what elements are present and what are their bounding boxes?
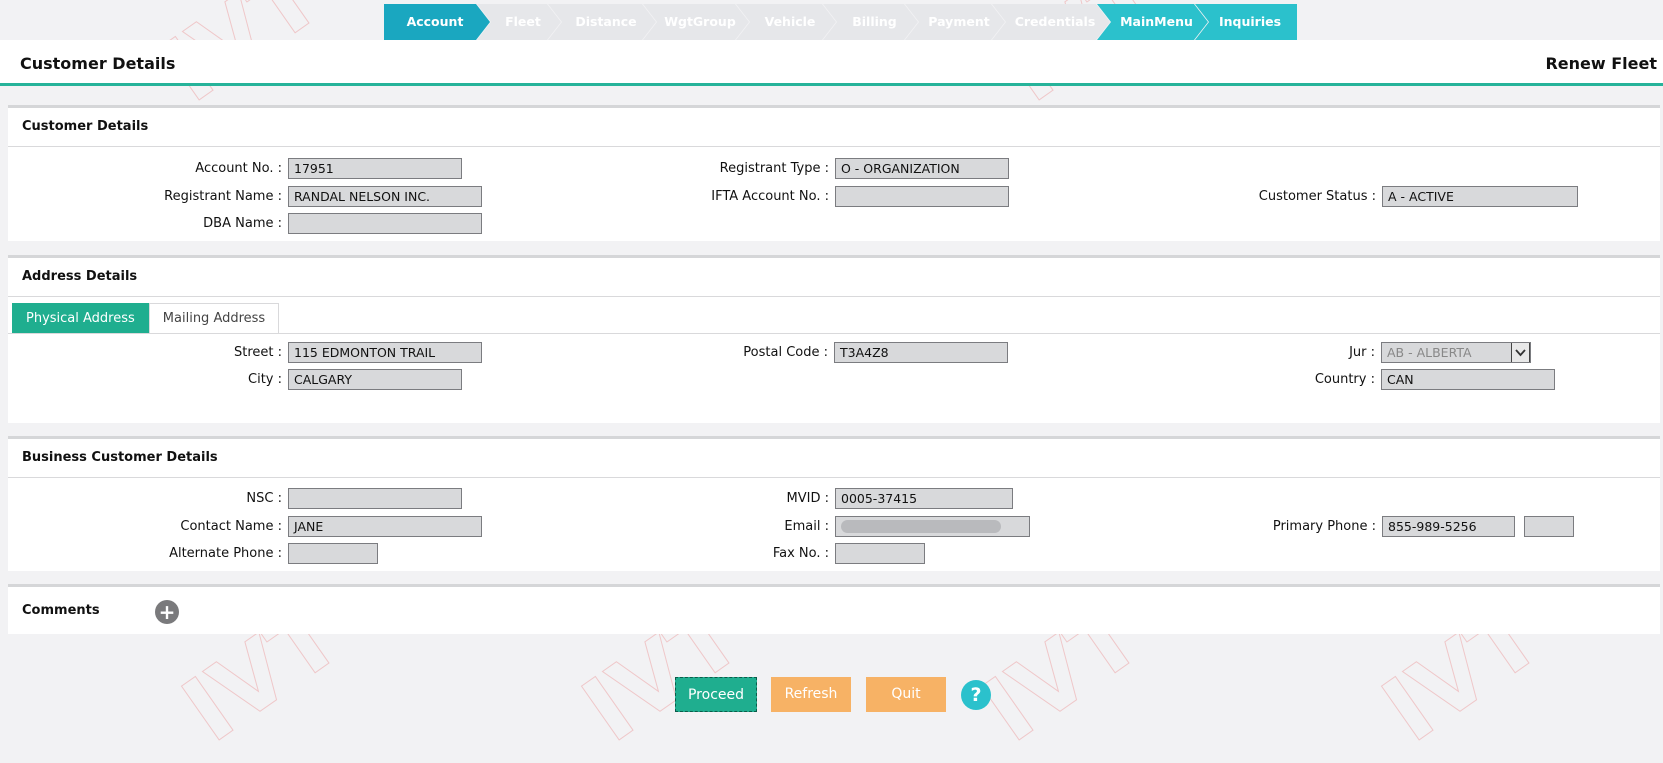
address-tabs: Physical Address Mailing Address [12,303,280,333]
country-field[interactable]: CAN [1381,369,1555,390]
customer-status-field[interactable]: A - ACTIVE [1382,186,1578,207]
section-heading: Address Details [8,258,1660,297]
customer-details-panel: Customer Details Account No. 17951 Regis… [8,105,1660,241]
step-billing[interactable]: Billing [823,4,918,40]
business-details-panel: Business Customer Details NSC Contact Na… [8,436,1660,571]
jur-select[interactable]: AB - ALBERTA [1381,342,1531,363]
registrant-type-label: Registrant Type [8,161,835,176]
page-header: Customer Details Renew Fleet [0,40,1663,86]
tab-physical-address[interactable]: Physical Address [12,303,149,333]
dba-name-field[interactable] [288,213,482,234]
comments-panel: Comments + [8,584,1660,634]
primary-phone-ext-field[interactable] [1524,516,1574,537]
jur-row: Jur AB - ALBERTA [8,342,1531,363]
mvid-label: MVID [8,491,835,506]
step-mainmenu[interactable]: MainMenu [1097,4,1208,40]
step-payment[interactable]: Payment [905,4,1005,40]
page-title: Customer Details [20,54,176,73]
wizard-stepper: Account Fleet Distance WgtGroup Vehicle … [384,4,1297,40]
proceed-button[interactable]: Proceed [675,677,757,712]
quit-button[interactable]: Quit [866,677,946,712]
customer-status-row: Customer Status A - ACTIVE [8,186,1578,207]
dba-name-row: DBA Name [8,213,482,234]
step-inquiries[interactable]: Inquiries [1195,4,1297,40]
refresh-button[interactable]: Refresh [771,677,851,712]
add-comment-icon[interactable]: + [155,600,179,624]
country-label: Country [8,372,1381,387]
tab-mailing-address[interactable]: Mailing Address [148,303,280,333]
customer-status-label: Customer Status [8,189,1382,204]
mvid-field[interactable]: 0005-37415 [835,488,1013,509]
section-heading: Business Customer Details [8,439,1660,478]
help-icon[interactable]: ? [961,680,991,710]
step-account[interactable]: Account [384,4,490,40]
registrant-type-row: Registrant Type O - ORGANIZATION [8,158,1009,179]
step-wgtgroup[interactable]: WgtGroup [643,4,749,40]
physical-address-tab-body: Street 115 EDMONTON TRAIL City CALGARY P… [8,333,1660,423]
registrant-type-field[interactable]: O - ORGANIZATION [835,158,1009,179]
primary-phone-label: Primary Phone [8,519,1382,534]
address-details-panel: Address Details Physical Address Mailing… [8,255,1660,423]
jur-label: Jur [8,345,1381,360]
chevron-down-icon[interactable] [1511,343,1530,362]
country-row: Country CAN [8,369,1555,390]
section-heading: Comments [22,603,100,618]
jur-select-value: AB - ALBERTA [1387,345,1472,360]
primary-phone-field[interactable]: 855-989-5256 [1382,516,1515,537]
step-vehicle[interactable]: Vehicle [736,4,836,40]
step-credentials[interactable]: Credentials [992,4,1110,40]
primary-phone-row: Primary Phone 855-989-5256 [8,516,1574,537]
mvid-row: MVID 0005-37415 [8,488,1013,509]
fax-field[interactable] [835,543,925,564]
dba-name-label: DBA Name [8,216,288,231]
step-distance[interactable]: Distance [548,4,656,40]
fax-label: Fax No. [8,546,835,561]
fax-row: Fax No. [8,543,925,564]
section-heading: Customer Details [8,108,1660,147]
page-action-title: Renew Fleet [1545,54,1657,73]
